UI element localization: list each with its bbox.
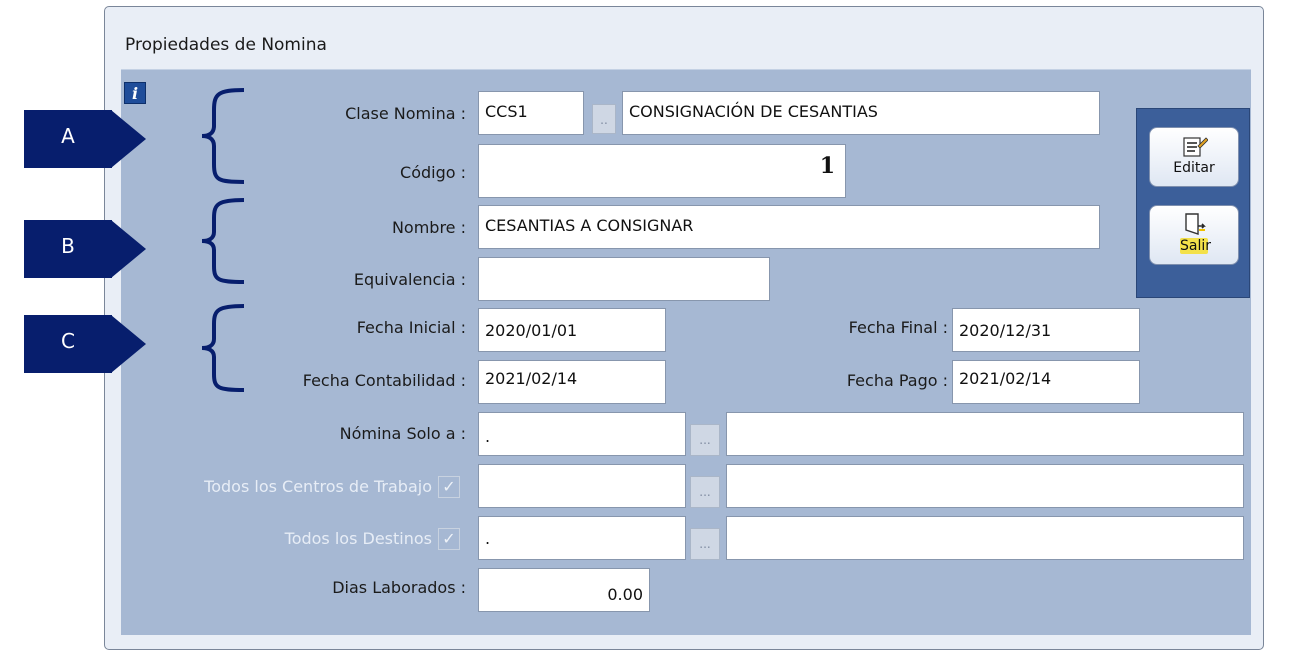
clase-nomina-code-input[interactable]: CCS1 <box>478 91 584 135</box>
nomina-solo-a-description-input[interactable] <box>726 412 1244 456</box>
edit-button[interactable]: Editar <box>1149 127 1239 187</box>
clase-nomina-lookup-button[interactable]: .. <box>592 104 616 134</box>
equivalencia-label: Equivalencia : <box>353 270 466 289</box>
codigo-label: Código : <box>400 163 466 182</box>
callout-b-letter: B <box>61 234 75 258</box>
centros-trabajo-code-input[interactable] <box>478 464 686 508</box>
info-icon[interactable]: i <box>124 82 146 104</box>
exit-button-label: Salir <box>1180 238 1212 254</box>
nomina-solo-a-label: Nómina Solo a : <box>339 424 466 443</box>
fecha-final-input[interactable]: 2020/12/31 <box>952 308 1140 352</box>
callout-c-letter: C <box>61 329 75 353</box>
equivalencia-input[interactable] <box>478 257 770 301</box>
destinos-description-input[interactable] <box>726 516 1244 560</box>
fecha-inicial-label: Fecha Inicial : <box>356 318 466 337</box>
fecha-contabilidad-input[interactable]: 2021/02/14 <box>478 360 666 404</box>
destinos-lookup-button[interactable]: ... <box>690 528 720 560</box>
codigo-input[interactable]: 1 <box>478 144 846 198</box>
edit-button-label: Editar <box>1173 160 1215 176</box>
toolbar-panel: Editar Salir <box>1136 108 1250 298</box>
brace-a-icon <box>201 88 245 184</box>
nomina-solo-a-code-input[interactable]: . <box>478 412 686 456</box>
clase-nomina-label: Clase Nomina : <box>345 104 466 123</box>
exit-button[interactable]: Salir <box>1149 205 1239 265</box>
dias-laborados-label: Dias Laborados : <box>332 578 466 597</box>
callout-a: A <box>24 110 146 168</box>
callout-a-letter: A <box>61 124 75 148</box>
fecha-inicial-input[interactable]: 2020/01/01 <box>478 308 666 352</box>
exit-door-icon <box>1185 213 1206 235</box>
clase-nomina-description-input[interactable]: CONSIGNACIÓN DE CESANTIAS <box>622 91 1100 135</box>
centros-trabajo-checkbox[interactable]: ✓ <box>438 476 460 498</box>
fecha-pago-label: Fecha Pago : <box>846 371 948 390</box>
fecha-final-label: Fecha Final : <box>848 318 948 337</box>
destinos-checkbox[interactable]: ✓ <box>438 528 460 550</box>
centros-trabajo-description-input[interactable] <box>726 464 1244 508</box>
destinos-code-input[interactable]: . <box>478 516 686 560</box>
nombre-label: Nombre : <box>391 218 466 237</box>
dias-laborados-input[interactable]: 0.00 <box>478 568 650 612</box>
brace-c-icon <box>201 304 245 392</box>
callout-b: B <box>24 220 146 278</box>
nombre-input[interactable]: CESANTIAS A CONSIGNAR <box>478 205 1100 249</box>
destinos-label: Todos los Destinos <box>284 529 432 548</box>
window-title: Propiedades de Nomina <box>125 35 327 55</box>
fecha-pago-input[interactable]: 2021/02/14 <box>952 360 1140 404</box>
nomina-solo-a-lookup-button[interactable]: ... <box>690 424 720 456</box>
fecha-contabilidad-label: Fecha Contabilidad : <box>302 371 466 390</box>
edit-icon <box>1183 137 1208 157</box>
centros-trabajo-label: Todos los Centros de Trabajo <box>204 477 432 496</box>
centros-trabajo-lookup-button[interactable]: ... <box>690 476 720 508</box>
callout-c: C <box>24 315 146 373</box>
brace-b-icon <box>201 198 245 284</box>
